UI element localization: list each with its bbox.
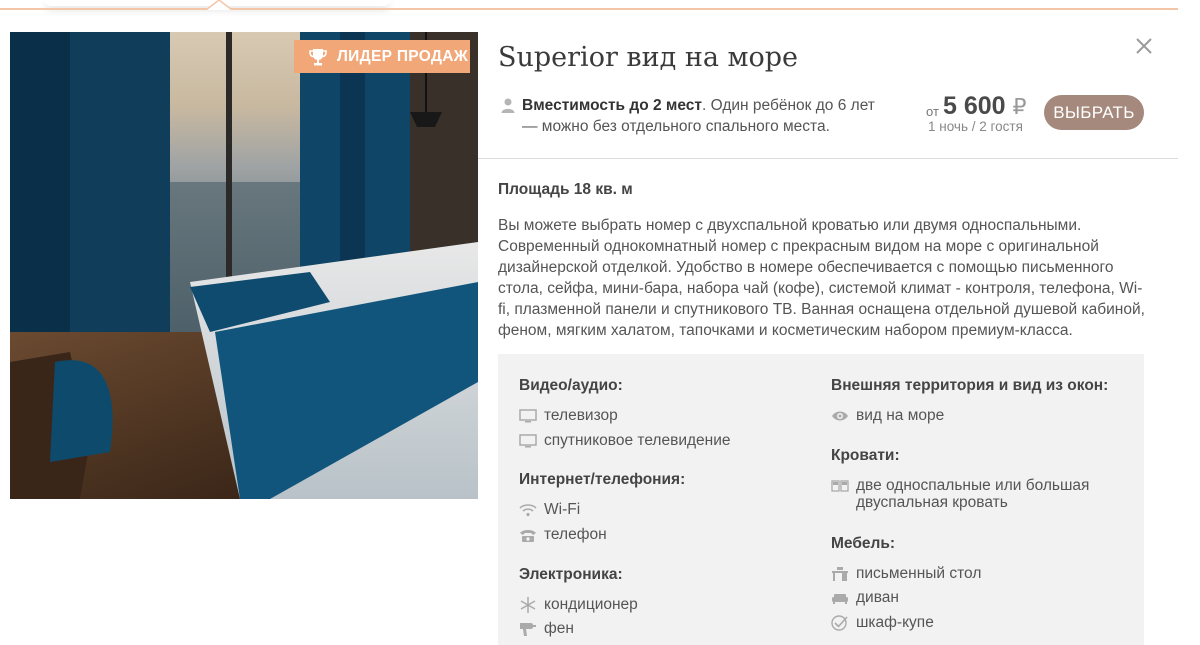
amenities-panel: Видео/аудио: телевизор спутниковое телев… [498, 354, 1144, 645]
close-icon[interactable] [1134, 36, 1154, 56]
room-photo [10, 32, 478, 499]
room-description: Вы можете выбрать номер с двухспальной к… [498, 217, 1145, 339]
price: 5 600 ₽ [943, 92, 1027, 121]
desk-icon [832, 567, 848, 581]
amenity-item: телевизор [519, 407, 618, 424]
bestseller-badge: ЛИДЕР ПРОДАЖ [294, 40, 470, 73]
badge-label: ЛИДЕР ПРОДАЖ [337, 47, 469, 65]
amenity-item: диван [831, 589, 899, 606]
snowflake-icon [520, 597, 536, 613]
price-from-label: от [926, 104, 939, 119]
amenity-label: телевизор [544, 407, 618, 424]
room-area: Площадь 18 кв. м [498, 181, 633, 198]
beds-icon [831, 480, 849, 492]
tv-icon [519, 409, 537, 423]
amenity-item: письменный стол [831, 565, 981, 582]
amenity-item: две односпальные или большая двуспальная… [831, 477, 1096, 511]
video-heading: Видео/аудио: [519, 377, 623, 394]
amenity-label: вид на море [856, 407, 945, 424]
tab-notch [206, 0, 232, 10]
price-note: 1 ночь / 2 гостя [928, 119, 1023, 134]
amenity-label: телефон [544, 526, 607, 543]
amenity-item: телефон [519, 526, 607, 543]
amenity-label: две односпальные или большая двуспальная… [856, 477, 1090, 511]
amenity-item: вид на море [831, 407, 944, 424]
eye-icon [832, 411, 848, 421]
header-divider [478, 158, 1178, 159]
amenity-item: шкаф-купе [831, 614, 934, 631]
amenity-label: кондиционер [544, 596, 638, 613]
price-value: 5 600 [943, 92, 1006, 120]
territory-heading: Внешняя территория и вид из окон: [831, 377, 1109, 394]
room-photo-illustration [10, 32, 478, 499]
phone-icon [520, 530, 536, 542]
amenity-label: диван [856, 589, 899, 606]
capacity-bold: Вместимость до 2 мест [522, 97, 703, 114]
internet-heading: Интернет/телефония: [519, 471, 686, 488]
amenity-item: фен [519, 620, 574, 637]
trophy-icon [309, 48, 327, 65]
select-button[interactable]: ВЫБРАТЬ [1044, 95, 1144, 130]
beds-heading: Кровати: [831, 447, 900, 464]
capacity-text: Вместимость до 2 мест. Один ребёнок до 6… [522, 95, 892, 137]
amenity-item: Wi-Fi [519, 501, 580, 518]
amenity-label: фен [544, 620, 574, 637]
hairdryer-icon [520, 623, 536, 636]
amenity-item: спутниковое телевидение [519, 432, 730, 449]
person-icon [501, 98, 515, 113]
electronics-heading: Электроника: [519, 566, 623, 583]
amenity-item: кондиционер [519, 596, 638, 613]
amenity-label: шкаф-купе [856, 614, 934, 631]
room-title: Superior вид на море [498, 42, 799, 73]
currency: ₽ [1012, 94, 1027, 119]
amenity-label: письменный стол [856, 565, 982, 582]
wifi-icon [519, 504, 537, 517]
furniture-heading: Мебель: [831, 535, 896, 552]
tv-icon [519, 434, 537, 448]
sofa-icon [832, 594, 848, 604]
top-divider [0, 8, 1178, 10]
amenity-label: Wi-Fi [544, 501, 581, 518]
amenity-label: спутниковое телевидение [544, 432, 731, 449]
checkmark-icon [831, 615, 848, 631]
